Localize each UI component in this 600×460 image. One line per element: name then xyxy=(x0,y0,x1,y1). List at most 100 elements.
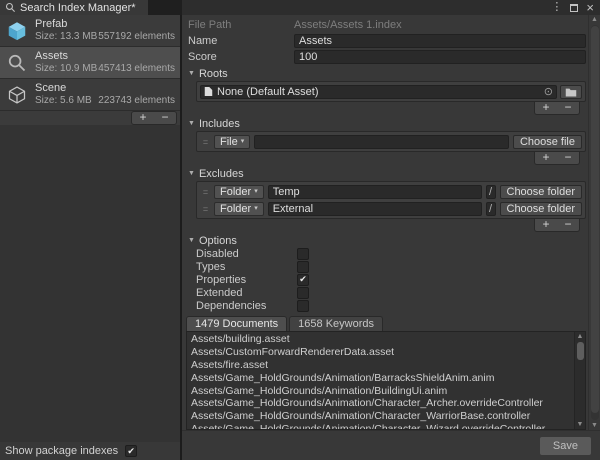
index-size: Size: 10.9 MB xyxy=(35,63,97,75)
show-package-indexes-checkbox[interactable]: ✔ xyxy=(125,445,137,457)
search-icon xyxy=(5,2,16,13)
include-type-dropdown[interactable]: File ▾ xyxy=(214,135,250,149)
add-include-button[interactable]: + xyxy=(535,152,557,164)
drag-handle-icon[interactable]: = xyxy=(200,187,210,197)
dropdown-caret-icon: ▾ xyxy=(254,203,258,215)
index-list-add-remove: + − xyxy=(131,111,177,125)
panel-scrollbar[interactable]: ▲ ▼ xyxy=(588,15,600,430)
includes-foldout[interactable]: ▼ Includes xyxy=(186,117,588,130)
name-field[interactable]: Assets xyxy=(294,34,586,48)
foldout-arrow-icon: ▼ xyxy=(188,70,195,77)
document-item[interactable]: Assets/building.asset xyxy=(187,333,574,346)
add-root-button[interactable]: + xyxy=(535,102,557,114)
remove-index-button[interactable]: − xyxy=(154,112,176,124)
excludes-add-remove: + − xyxy=(534,219,580,232)
exclude-path-field[interactable]: External xyxy=(268,202,482,216)
option-checkbox-properties[interactable]: ✔ xyxy=(297,274,309,286)
document-item[interactable]: Assets/Game_HoldGrounds/Animation/Charac… xyxy=(187,423,574,429)
options-foldout[interactable]: ▼ Options xyxy=(186,234,588,247)
foldout-arrow-icon: ▼ xyxy=(188,120,195,127)
add-exclude-button[interactable]: + xyxy=(535,219,557,231)
exclude-path-field[interactable]: Temp xyxy=(268,185,482,199)
option-checkbox-dependencies[interactable] xyxy=(297,300,309,312)
index-settings-panel: File Path Assets/Assets 1.index Name Ass… xyxy=(182,15,600,460)
tab-keywords[interactable]: 1658 Keywords xyxy=(289,316,383,331)
documents-list: Assets/building.asset Assets/CustomForwa… xyxy=(186,331,586,430)
window-controls: ⋮ × xyxy=(182,0,600,15)
documents-scrollbar[interactable]: ▲ ▼ xyxy=(574,332,585,429)
root-browse-folder-button[interactable] xyxy=(560,85,582,99)
scrollbar-thumb[interactable] xyxy=(591,26,599,413)
scroll-up-icon[interactable]: ▲ xyxy=(577,332,584,341)
add-index-button[interactable]: + xyxy=(132,112,154,124)
index-row-scene[interactable]: Scene Size: 5.6 MB 223743 elements xyxy=(0,79,180,111)
file-path-label: File Path xyxy=(186,19,294,31)
roots-list: None (Default Asset) ⊙ xyxy=(196,81,586,102)
document-item[interactable]: Assets/Game_HoldGrounds/Animation/Buildi… xyxy=(187,385,574,398)
option-label-disabled: Disabled xyxy=(196,248,297,260)
index-row-assets[interactable]: Assets Size: 10.9 MB 457413 elements xyxy=(0,47,180,79)
path-separator: / xyxy=(486,185,496,199)
index-size: Size: 5.6 MB xyxy=(35,95,92,107)
drag-handle-icon[interactable]: = xyxy=(200,204,210,214)
name-label: Name xyxy=(186,35,294,47)
document-item[interactable]: Assets/fire.asset xyxy=(187,359,574,372)
scroll-down-icon[interactable]: ▼ xyxy=(577,420,584,429)
index-list-panel: Prefab Size: 13.3 MB 557192 elements Ass… xyxy=(0,15,180,460)
document-item[interactable]: Assets/Game_HoldGrounds/Animation/Charac… xyxy=(187,397,574,410)
score-field[interactable]: 100 xyxy=(294,50,586,64)
window-tab-search-index-manager[interactable]: Search Index Manager* xyxy=(0,0,148,15)
choose-folder-button[interactable]: Choose folder xyxy=(500,202,583,216)
dropdown-caret-icon: ▾ xyxy=(241,136,245,148)
option-checkbox-disabled[interactable] xyxy=(297,248,309,260)
includes-add-remove: + − xyxy=(534,152,580,165)
choose-folder-button[interactable]: Choose folder xyxy=(500,185,583,199)
exclude-type-dropdown[interactable]: Folder ▾ xyxy=(214,185,264,199)
root-object-field[interactable]: None (Default Asset) ⊙ xyxy=(200,85,557,99)
choose-file-button[interactable]: Choose file xyxy=(513,135,582,149)
close-icon[interactable]: × xyxy=(586,2,594,13)
remove-root-button[interactable]: − xyxy=(557,102,579,114)
menu-icon[interactable]: ⋮ xyxy=(551,2,562,13)
path-separator: / xyxy=(486,202,496,216)
document-item[interactable]: Assets/Game_HoldGrounds/Animation/Charac… xyxy=(187,410,574,423)
tab-strip: Search Index Manager* xyxy=(0,0,182,15)
index-size: Size: 13.3 MB xyxy=(35,31,97,43)
roots-add-remove: + − xyxy=(534,102,580,115)
option-label-types: Types xyxy=(196,261,297,273)
excludes-foldout[interactable]: ▼ Excludes xyxy=(186,167,588,180)
exclude-type-dropdown[interactable]: Folder ▾ xyxy=(214,202,264,216)
search-icon xyxy=(5,51,29,75)
include-row: = File ▾ Choose file xyxy=(198,133,584,150)
option-checkbox-extended[interactable] xyxy=(297,287,309,299)
object-picker-icon[interactable]: ⊙ xyxy=(544,86,553,98)
dropdown-caret-icon: ▾ xyxy=(254,186,258,198)
index-row-prefab[interactable]: Prefab Size: 13.3 MB 557192 elements xyxy=(0,15,180,47)
include-path-field[interactable] xyxy=(254,135,509,149)
folder-icon xyxy=(565,87,577,97)
document-item[interactable]: Assets/CustomForwardRendererData.asset xyxy=(187,346,574,359)
scroll-down-icon[interactable]: ▼ xyxy=(591,421,598,430)
window-tab-title: Search Index Manager* xyxy=(20,2,136,14)
roots-foldout[interactable]: ▼ Roots xyxy=(186,67,588,80)
index-elements: 223743 elements xyxy=(98,95,175,107)
index-name: Scene xyxy=(35,82,175,95)
maximize-icon[interactable] xyxy=(570,4,578,12)
results-tabbar: 1479 Documents 1658 Keywords xyxy=(186,316,588,331)
option-label-dependencies: Dependencies xyxy=(196,300,297,312)
scrollbar-thumb[interactable] xyxy=(577,342,584,360)
scroll-up-icon[interactable]: ▲ xyxy=(591,15,598,24)
exclude-row: = Folder ▾ External / Choose folder xyxy=(198,200,584,217)
page-icon xyxy=(204,86,213,97)
index-elements: 457413 elements xyxy=(98,63,175,75)
includes-list: = File ▾ Choose file xyxy=(196,131,586,152)
foldout-arrow-icon: ▼ xyxy=(188,170,195,177)
document-item[interactable]: Assets/Game_HoldGrounds/Animation/Barrac… xyxy=(187,372,574,385)
tab-documents[interactable]: 1479 Documents xyxy=(186,316,287,331)
save-button[interactable]: Save xyxy=(539,436,592,456)
remove-exclude-button[interactable]: − xyxy=(557,219,579,231)
root-object-value: None (Default Asset) xyxy=(217,86,540,98)
option-checkbox-types[interactable] xyxy=(297,261,309,273)
remove-include-button[interactable]: − xyxy=(557,152,579,164)
drag-handle-icon[interactable]: = xyxy=(200,137,210,147)
